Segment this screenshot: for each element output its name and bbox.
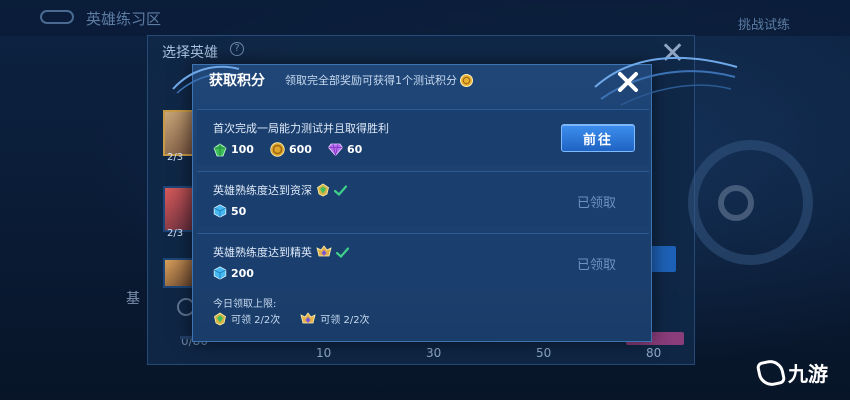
reward-item: 600 [270, 142, 312, 157]
reward-item: 200 [213, 266, 254, 280]
reward-value: 100 [231, 143, 254, 156]
task-title-text: 英雄熟练度达到精英 [213, 246, 312, 259]
ring-inner-decoration [718, 185, 754, 221]
dialog-subtitle: 领取完全部奖励可获得1个测试积分 [285, 72, 473, 88]
blue-crystal-icon [213, 266, 227, 280]
top-bar-title: 英雄练习区 [86, 10, 162, 28]
gold-rank-badge-icon [300, 311, 316, 323]
dialog-title: 获取积分 [209, 73, 265, 89]
reward-item: 50 [213, 204, 246, 218]
task-title-text: 首次完成一局能力测试并且取得胜利 [213, 122, 389, 135]
dialog-header: 获取积分 领取完全部奖励可获得1个测试积分 [193, 65, 651, 93]
gold-coin-icon [270, 142, 285, 157]
back-icon[interactable] [40, 10, 74, 24]
side-button[interactable] [648, 246, 676, 272]
check-icon [334, 184, 347, 196]
progress-mark: 50 [536, 346, 552, 360]
reward-item: 100 [213, 143, 254, 157]
progress-mark: 10 [316, 346, 332, 360]
green-rank-badge-icon [214, 312, 226, 325]
task-item: 英雄熟练度达到资深 50 已领取 [197, 171, 649, 227]
progress-mark: 30 [426, 346, 442, 360]
claimed-status: 已领取 [577, 258, 617, 273]
reward-value: 60 [346, 143, 363, 156]
task-item: 英雄熟练度达到精英 200 已领取 [197, 233, 649, 289]
task-rewards: 200 [213, 266, 254, 280]
daily-limit-items: 可领 2/2次 可领 2/2次 [213, 311, 370, 326]
claimed-status: 已领取 [577, 196, 617, 211]
daily-limit: 今日领取上限: 可领 2/2次 可领 2/2次 [197, 295, 649, 339]
dialog-subtitle-text: 领取完全部奖励可获得1个测试积分 [285, 74, 457, 87]
task-rewards: 50 [213, 204, 246, 218]
help-icon[interactable]: ? [230, 42, 244, 56]
daily-limit-label: 可领 2/2次 [320, 315, 370, 326]
select-hero-title: 选择英雄 [162, 45, 218, 61]
watermark-text: 九游 [788, 362, 828, 386]
reward-value: 200 [231, 266, 254, 280]
hero-fraction: 2/3 [167, 152, 184, 163]
purple-diamond-icon [327, 143, 343, 156]
task-title: 英雄熟练度达到资深 [213, 182, 347, 198]
watermark: 九游 [755, 357, 828, 388]
daily-limit-item: 可领 2/2次 [300, 311, 370, 326]
gold-rank-badge-icon [316, 245, 332, 257]
task-title-text: 英雄熟练度达到资深 [213, 184, 312, 197]
go-button[interactable]: 前往 [561, 124, 635, 152]
left-label: 基 [126, 291, 140, 307]
reward-value: 600 [288, 143, 312, 156]
background-close-icon: ✕ [660, 36, 686, 71]
progress-mark: 80 [646, 346, 662, 360]
top-bar-right-label[interactable]: 挑战试练 [738, 14, 790, 33]
task-title: 首次完成一局能力测试并且取得胜利 [213, 120, 389, 136]
task-rewards: 100 600 60 [213, 142, 362, 157]
get-points-dialog: 获取积分 领取完全部奖励可获得1个测试积分 首次完成一局能力测试并且取得胜利 1… [172, 56, 738, 342]
green-rank-badge-icon [317, 183, 329, 197]
blue-crystal-icon [213, 204, 227, 218]
daily-limit-item: 可领 2/2次 [213, 311, 280, 326]
green-gem-icon [213, 143, 227, 156]
task-item: 首次完成一局能力测试并且取得胜利 100 600 60 前往 [197, 109, 649, 165]
task-list: 首次完成一局能力测试并且取得胜利 100 600 60 前往 英雄熟练度达到资深… [197, 109, 649, 295]
close-icon [618, 72, 638, 92]
top-bar: 英雄练习区 挑战试练 [0, 0, 850, 36]
daily-limit-title: 今日领取上限: [213, 299, 277, 310]
daily-limit-label: 可领 2/2次 [231, 315, 281, 326]
hero-fraction: 2/3 [167, 228, 184, 239]
task-title: 英雄熟练度达到精英 [213, 244, 349, 260]
close-button[interactable] [613, 67, 643, 97]
watermark-logo-icon [755, 357, 787, 388]
reward-item: 60 [327, 143, 363, 156]
check-icon [336, 246, 349, 258]
reward-value: 50 [231, 204, 247, 218]
test-point-coin-icon [460, 73, 473, 87]
